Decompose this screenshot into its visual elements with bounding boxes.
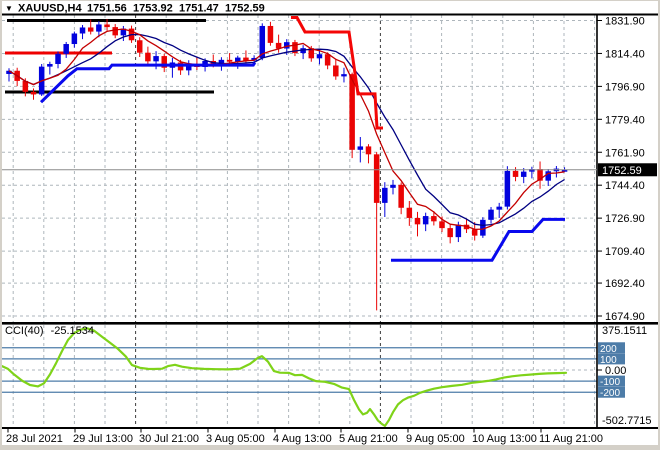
- chart-window: 1831.90 1814.40 1796.90 1779.40 1761.90 1744.…: [2, 1, 658, 445]
- time-axis-label: 9 Aug 05:00: [406, 433, 465, 445]
- candle-down: [398, 184, 404, 208]
- time-axis-label: 28 Jul 2021: [6, 433, 63, 445]
- grid-lines: [2, 15, 597, 427]
- price-axis-label: 1796.90: [605, 81, 645, 93]
- candle-down: [104, 24, 110, 28]
- candle-down: [414, 217, 421, 225]
- candle-down: [87, 27, 94, 32]
- price-axis-label: 1709.40: [605, 246, 645, 258]
- cci-max-label: 375.1511: [602, 325, 647, 337]
- candle-up: [341, 74, 347, 77]
- candle-down: [406, 207, 413, 218]
- candle-up: [390, 184, 396, 188]
- candle-up: [520, 171, 527, 177]
- cci-level-label: 200: [600, 344, 617, 355]
- candle-up: [496, 206, 502, 210]
- indicator-divider: [2, 322, 658, 325]
- candle-up: [504, 170, 511, 207]
- candle-up: [422, 216, 429, 225]
- candle-down: [324, 54, 331, 66]
- cci-level-label: -100: [600, 377, 620, 388]
- panel-borders: [2, 13, 658, 429]
- indicator-value: -25.1534: [51, 325, 94, 337]
- candle-down: [333, 65, 339, 77]
- time-axis-label: 5 Aug 21:00: [339, 433, 398, 445]
- candle-up: [357, 146, 364, 150]
- price-axis-label: 1761.90: [605, 147, 645, 159]
- candle-down: [512, 170, 519, 177]
- price-axis-label: 1726.90: [605, 213, 645, 225]
- price-axis-label: 1814.40: [605, 48, 645, 60]
- price-chart-canvas[interactable]: 1831.90 1814.40 1796.90 1779.40 1761.90 1744.…: [2, 1, 658, 445]
- candle-up: [488, 209, 494, 220]
- chart-title-bar: ▼ XAUUSD,H4 1751.56 1753.92 1751.47 1752…: [5, 3, 265, 15]
- cci-line: [2, 327, 568, 427]
- price-axis-label: 1831.90: [605, 16, 645, 28]
- candle-up: [153, 56, 159, 62]
- ohlc-open: 1751.56: [87, 3, 127, 15]
- candle-up: [382, 187, 388, 203]
- trend-step-line: [39, 61, 257, 104]
- price-axis-label: 1674.90: [605, 311, 645, 323]
- candle-down: [267, 25, 274, 43]
- cci-level-label: 100: [600, 355, 617, 366]
- ohlc-close: 1752.59: [225, 3, 265, 15]
- cci-zero-label: 0.00: [605, 365, 626, 377]
- candle-down: [439, 221, 445, 229]
- slow-ma-line: [8, 33, 565, 227]
- time-axis-label: 4 Aug 13:00: [273, 433, 332, 445]
- svg-text:XAUUSD,H4 1751.56: XAUUSD,H4 1751.56 1753.92 1751.47 1752.5…: [18, 3, 265, 15]
- candle-up: [79, 27, 86, 34]
- price-axis-label: 1692.40: [605, 278, 645, 290]
- current-price-marker: 1752.59: [2, 163, 657, 177]
- svg-text:CCI(40) -25.1534: CCI(40) -25.1534: [5, 325, 94, 337]
- symbol-label: XAUUSD,H4: [18, 3, 82, 15]
- candle-down: [136, 40, 143, 53]
- cci-panel[interactable]: [2, 327, 597, 427]
- candle-down: [431, 216, 437, 222]
- current-price-label: 1752.59: [602, 165, 642, 177]
- main-chart-area[interactable]: [6, 16, 568, 311]
- time-axis-label: 3 Aug 05:00: [206, 433, 265, 445]
- time-axis-label: 10 Aug 13:00: [472, 433, 537, 445]
- candle-up: [47, 63, 53, 67]
- fast-ma-line: [8, 28, 565, 231]
- timescale-divider: [2, 427, 658, 429]
- candle-up: [96, 24, 102, 32]
- cci-level-label: -200: [600, 388, 620, 399]
- candle-down: [365, 146, 372, 155]
- price-axis-label: 1779.40: [605, 114, 645, 126]
- ohlc-low: 1751.47: [179, 3, 219, 15]
- candle-down: [30, 91, 37, 95]
- terminal-workspace: 1831.90 1814.40 1796.90 1779.40 1761.90 1744.…: [0, 0, 660, 450]
- candle-up: [63, 44, 69, 54]
- candle-up: [55, 53, 61, 64]
- price-axis-label: 1744.40: [605, 180, 645, 192]
- time-axis-label: 29 Jul 13:00: [73, 433, 133, 445]
- candle-down: [471, 229, 478, 236]
- candle-down: [447, 228, 453, 238]
- candle-down: [373, 154, 380, 203]
- candle-down: [145, 52, 151, 62]
- candle-up: [71, 33, 78, 45]
- candle-down: [226, 59, 233, 62]
- price-axis[interactable]: 1831.90 1814.40 1796.90 1779.40 1761.90 1744.…: [597, 16, 652, 428]
- candle-down: [112, 27, 118, 36]
- ohlc-high: 1753.92: [133, 3, 173, 15]
- time-axis-label: 30 Jul 21:00: [139, 433, 199, 445]
- time-axis[interactable]: 28 Jul 2021 29 Jul 13:00 30 Jul 21:00 3 Aug…: [6, 429, 603, 445]
- candle-down: [349, 74, 355, 150]
- time-axis-label: 11 Aug 21:00: [539, 433, 603, 445]
- symbol-dropdown-icon[interactable]: ▼: [5, 4, 13, 13]
- candle-up: [316, 54, 323, 59]
- indicator-label: CCI(40) -25.1534: [5, 325, 94, 337]
- indicator-name: CCI(40): [5, 325, 44, 337]
- candle-up: [455, 224, 462, 238]
- cci-min-label: -502.7715: [602, 415, 652, 427]
